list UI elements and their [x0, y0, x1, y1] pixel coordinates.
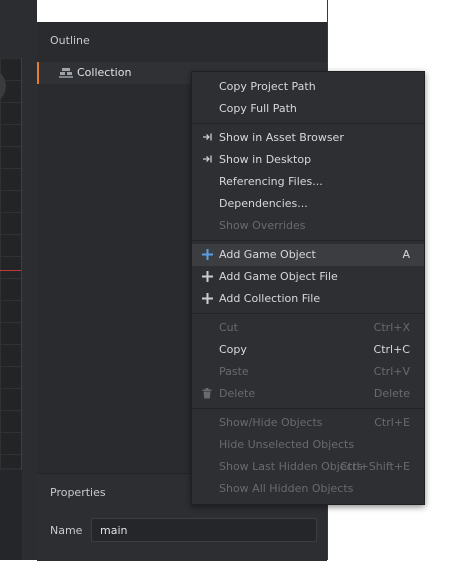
menu-item-label: Show Overrides [219, 219, 306, 232]
menu-item-show-all-hidden-objects[interactable]: Show All Hidden Objects [192, 478, 424, 500]
menu-item-show-in-desktop[interactable]: Show in Desktop [192, 149, 424, 171]
menu-item-shortcut: Ctrl+Shift+E [340, 460, 410, 473]
menu-item-hide-unselected-objects[interactable]: Hide Unselected Objects [192, 434, 424, 456]
menu-item-dependencies[interactable]: Dependencies... [192, 193, 424, 215]
trash-icon [201, 388, 213, 400]
menu-separator [192, 240, 424, 241]
menu-item-add-collection-file[interactable]: Add Collection File [192, 288, 424, 310]
scene-grid [0, 58, 22, 470]
menu-item-shortcut: Ctrl+E [374, 416, 410, 429]
plus-icon [201, 293, 213, 305]
menu-item-cut[interactable]: Cut Ctrl+X [192, 317, 424, 339]
plus-icon [201, 249, 213, 261]
menu-item-shortcut: A [402, 248, 410, 261]
menu-separator [192, 408, 424, 409]
menu-item-label: Show in Desktop [219, 153, 312, 166]
menu-item-label: Dependencies... [219, 197, 308, 210]
name-field[interactable] [91, 518, 317, 542]
menu-item-add-game-object[interactable]: Add Game Object A [192, 244, 424, 266]
menu-item-label: Delete [219, 387, 256, 400]
context-menu: Copy Project Path Copy Full Path Show in… [191, 71, 425, 505]
scene-viewport[interactable] [0, 0, 37, 560]
menu-item-show-overrides[interactable]: Show Overrides [192, 215, 424, 237]
menu-item-label: Cut [219, 321, 238, 334]
menu-item-shortcut: Ctrl+X [373, 321, 410, 334]
reveal-icon [201, 132, 213, 144]
menu-item-show-in-asset-browser[interactable]: Show in Asset Browser [192, 127, 424, 149]
name-label: Name [50, 524, 83, 537]
menu-item-show-last-hidden-objects[interactable]: Show Last Hidden Objects Ctrl+Shift+E [192, 456, 424, 478]
menu-item-label: Copy Project Path [219, 80, 316, 93]
menu-separator [192, 123, 424, 124]
menu-item-label: Referencing Files... [219, 175, 323, 188]
menu-item-copy-full-path[interactable]: Copy Full Path [192, 98, 424, 120]
menu-item-label: Add Collection File [219, 292, 321, 305]
menu-item-shortcut: Delete [373, 387, 410, 400]
reveal-icon [201, 154, 213, 166]
menu-item-label: Show/Hide Objects [219, 416, 323, 429]
menu-item-referencing-files[interactable]: Referencing Files... [192, 171, 424, 193]
menu-item-label: Add Game Object [219, 248, 316, 261]
collection-icon [59, 67, 73, 82]
menu-item-copy-project-path[interactable]: Copy Project Path [192, 76, 424, 98]
menu-item-shortcut: Ctrl+C [373, 343, 410, 356]
menu-item-label: Show All Hidden Objects [219, 482, 354, 495]
pane-divider[interactable] [22, 0, 37, 560]
menu-item-label: Add Game Object File [219, 270, 338, 283]
menu-item-label: Copy Full Path [219, 102, 297, 115]
menu-item-delete[interactable]: Delete Delete [192, 383, 424, 405]
properties-header: Properties [50, 486, 106, 499]
outline-item-label: Collection [77, 66, 132, 79]
outline-header: Outline [50, 34, 90, 47]
menu-item-label: Hide Unselected Objects [219, 438, 355, 451]
menu-item-copy[interactable]: Copy Ctrl+C [192, 339, 424, 361]
plus-icon [201, 271, 213, 283]
menu-item-label: Paste [219, 365, 249, 378]
menu-item-label: Copy [219, 343, 247, 356]
scene-axis-x [0, 270, 22, 271]
menu-item-paste[interactable]: Paste Ctrl+V [192, 361, 424, 383]
menu-item-shortcut: Ctrl+V [373, 365, 410, 378]
menu-item-show-hide-objects[interactable]: Show/Hide Objects Ctrl+E [192, 412, 424, 434]
menu-item-add-game-object-file[interactable]: Add Game Object File [192, 266, 424, 288]
menu-item-label: Show in Asset Browser [219, 131, 344, 144]
menu-separator [192, 313, 424, 314]
